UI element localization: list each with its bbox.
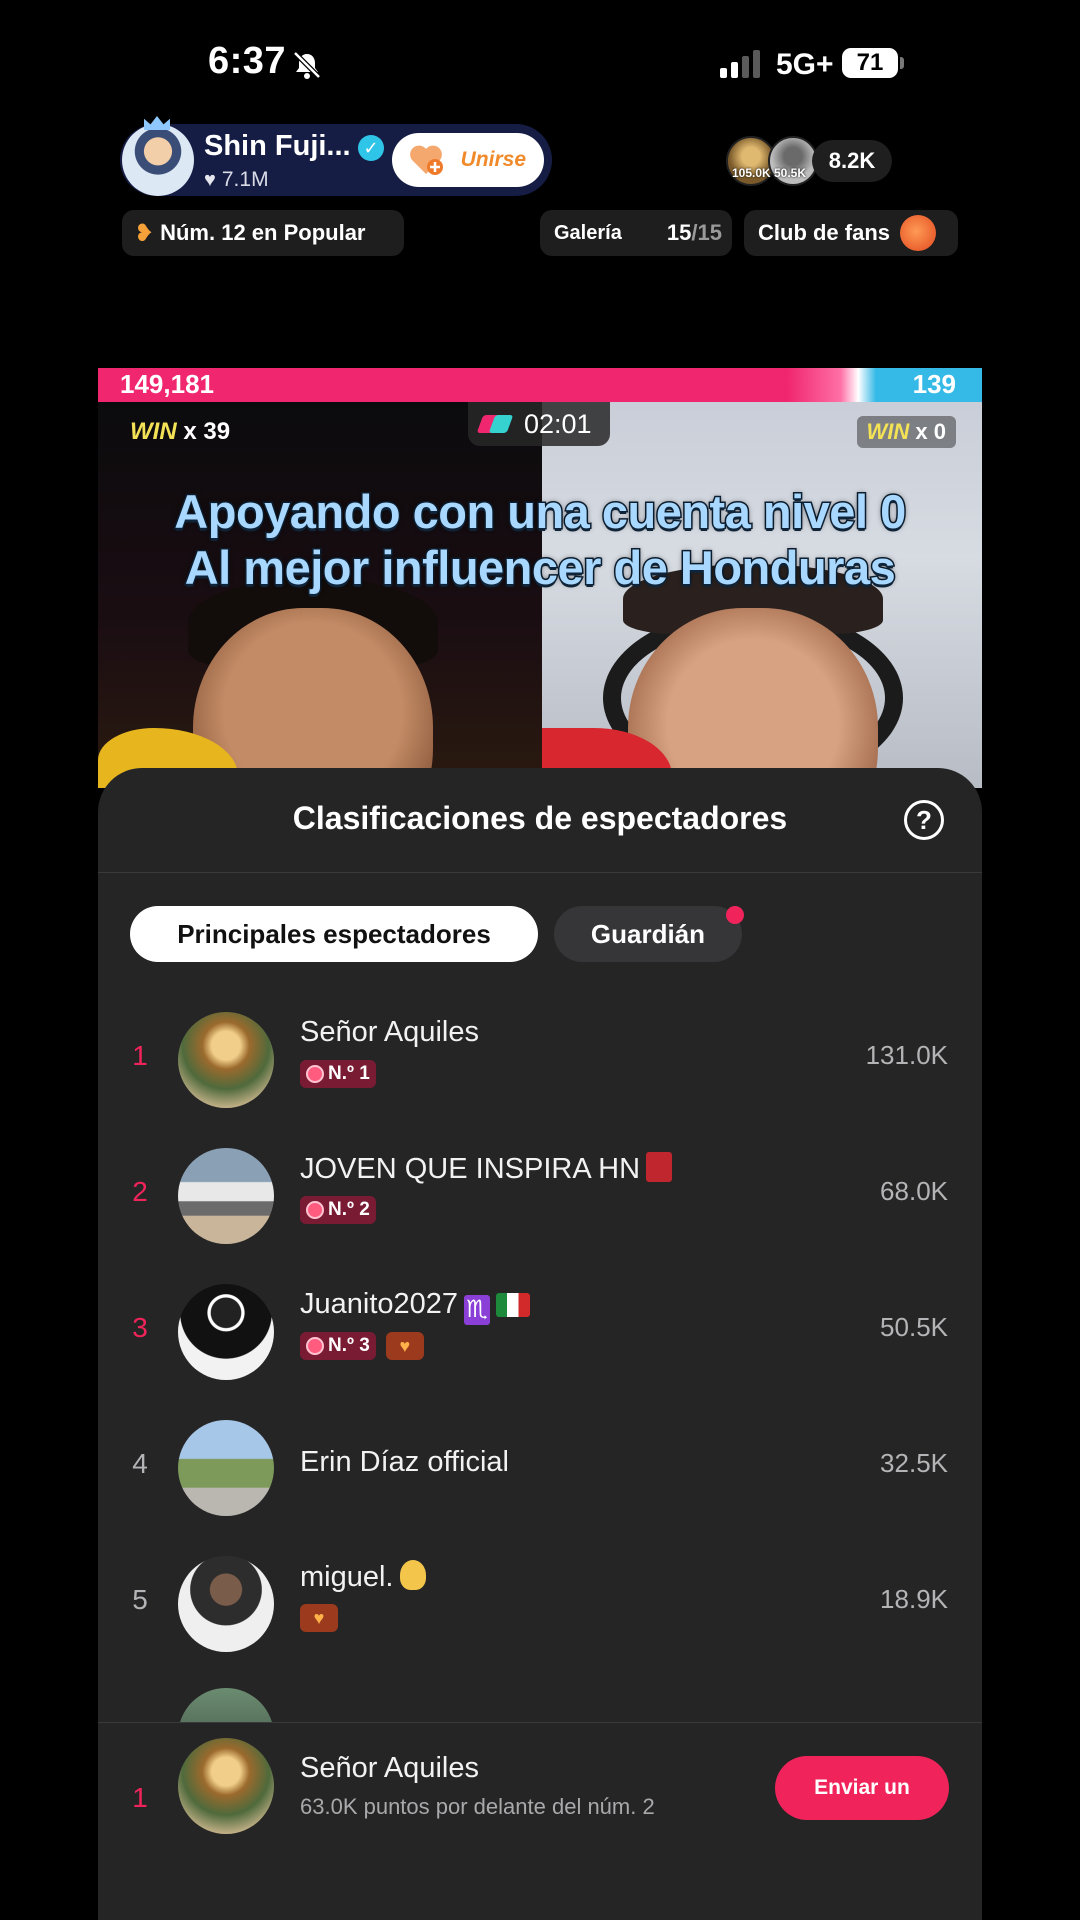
divider — [98, 1722, 982, 1723]
win-streak-right: WIN x 0 — [856, 416, 956, 448]
bell-muted-icon — [293, 51, 321, 79]
rank-number: 2 — [132, 1176, 148, 1207]
host-avatar[interactable] — [122, 124, 194, 196]
viewer-badge-2: 50.5K — [774, 166, 807, 180]
clock-icon — [306, 1065, 324, 1083]
clock-icon — [306, 1337, 324, 1355]
battery-icon: 71 — [842, 48, 904, 78]
rank-number: 5 — [132, 1584, 148, 1615]
points: 18.9K — [880, 1584, 948, 1614]
username[interactable]: Señor Aquiles — [300, 1016, 479, 1049]
popular-rank-label: Núm. 12 en Popular — [160, 220, 366, 245]
verified-icon: ✓ — [358, 135, 384, 161]
rank-badge: N.º 1 — [300, 1060, 376, 1088]
gallery-label: Galería — [554, 221, 622, 244]
fan-heart-badge-icon: ♥ — [300, 1604, 338, 1632]
ranking-row[interactable]: 5 miguel. ♥ 18.9K — [98, 1536, 982, 1672]
score-bar — [98, 368, 982, 402]
username: Juanito2027 — [300, 1288, 459, 1320]
crown-icon — [144, 116, 170, 130]
rank-number: 4 — [132, 1448, 148, 1479]
gallery-progress: 15/15 — [666, 220, 722, 245]
host-name[interactable]: Shin Fuji... — [204, 130, 351, 163]
points: 131.0K — [865, 1040, 948, 1070]
divider — [98, 872, 982, 873]
ranking-row[interactable]: 2 JOVEN QUE INSPIRA HN N.º 2 68.0K — [98, 1128, 982, 1264]
praying-hands-icon — [399, 1560, 426, 1590]
send-gift-button[interactable]: Enviar un — [775, 1756, 949, 1820]
rank-number: 1 — [132, 1782, 148, 1813]
username: JOVEN QUE INSPIRA HN — [300, 1153, 641, 1185]
win-streak-left: WIN x 39 — [130, 418, 231, 445]
tab-guardian[interactable]: Guardián — [554, 906, 742, 962]
username[interactable]: Erin Díaz official — [300, 1446, 509, 1479]
notification-dot — [726, 906, 744, 924]
viewer-count[interactable]: 8.2K — [812, 140, 892, 182]
my-rank-footer: 1 Señor Aquiles 63.0K puntos por delante… — [98, 1722, 982, 1920]
stream-caption: Apoyando con una cuenta nivel 0 Al mejor… — [173, 484, 908, 596]
signal-icon — [720, 48, 760, 78]
score-right: 139 — [912, 369, 956, 399]
avatar[interactable] — [178, 1420, 274, 1516]
avatar[interactable] — [178, 1148, 274, 1244]
points: 50.5K — [880, 1312, 948, 1342]
username[interactable]: Señor Aquiles — [300, 1752, 479, 1785]
scorpio-icon: ♏ — [464, 1295, 491, 1325]
username: miguel. — [300, 1561, 394, 1593]
help-icon[interactable]: ? — [904, 800, 944, 840]
rank-number: 1 — [132, 1040, 148, 1071]
fan-club-chip[interactable]: Club de fans — [744, 210, 958, 256]
rank-badge: N.º 2 — [300, 1196, 376, 1224]
points: 32.5K — [880, 1448, 948, 1478]
sheet-title: Clasificaciones de espectadores — [292, 800, 788, 836]
username-container[interactable]: JOVEN QUE INSPIRA HN — [300, 1152, 673, 1186]
viewer-badge-1: 105.0K — [732, 166, 771, 180]
clock-icon — [306, 1201, 324, 1219]
ranking-row[interactable]: 4 Erin Díaz official 32.5K — [98, 1400, 982, 1536]
avatar[interactable] — [178, 1556, 274, 1652]
username-container[interactable]: miguel. — [300, 1560, 426, 1594]
gallery-chip[interactable]: Galería 15/15 — [540, 210, 732, 256]
avatar[interactable] — [178, 1012, 274, 1108]
tab-top-viewers[interactable]: Principales espectadores — [130, 906, 538, 962]
score-left: 149,181 — [120, 369, 214, 399]
avatar[interactable] — [178, 1284, 274, 1380]
red-book-icon — [646, 1152, 673, 1182]
timer-value: 02:01 — [524, 408, 592, 439]
host-likes: ♥ 7.1M — [204, 168, 269, 192]
avatar[interactable] — [178, 1738, 274, 1834]
network-type: 5G+ — [776, 48, 834, 81]
join-label: Unirse — [460, 148, 526, 171]
ranking-row[interactable]: 1 Señor Aquiles N.º 1 131.0K — [98, 992, 982, 1128]
battle-timer: 02:01 — [468, 402, 610, 446]
battle-video[interactable]: 149,181 139 WIN x 39 WIN x 0 02:01 Apoya… — [98, 368, 982, 788]
heart-half-icon: ❥ — [134, 219, 155, 247]
rank-badge: N.º 3 — [300, 1332, 376, 1360]
battle-icon — [480, 413, 514, 435]
rank-number: 3 — [132, 1312, 148, 1343]
badge-group: N.º 3 ♥ — [300, 1332, 424, 1360]
lead-message: 63.0K puntos por delante del núm. 2 — [300, 1794, 655, 1819]
badge-group: ♥ — [300, 1604, 338, 1632]
badge-group: N.º 2 — [300, 1196, 376, 1224]
fan-club-label: Club de fans — [758, 220, 891, 245]
mexico-flag-icon — [496, 1293, 531, 1317]
fan-heart-badge-icon: ♥ — [385, 1332, 424, 1360]
popular-rank-chip[interactable]: ❥ Núm. 12 en Popular — [122, 210, 404, 256]
heart-icon: ♥ — [204, 168, 216, 191]
ranking-row[interactable]: 3 Juanito2027 ♏ N.º 3 ♥ 50.5K — [98, 1264, 982, 1400]
join-heart-icon — [410, 145, 443, 175]
fan-club-mascot-icon — [900, 215, 937, 251]
viewer-rankings-sheet: Clasificaciones de espectadores ? Princi… — [98, 768, 982, 1920]
badge-group: N.º 1 — [300, 1060, 376, 1088]
host-likes-count: 7.1M — [221, 168, 269, 191]
username-container[interactable]: Juanito2027 ♏ — [300, 1288, 531, 1325]
points: 68.0K — [880, 1176, 948, 1206]
status-time: 6:37 — [208, 40, 287, 82]
